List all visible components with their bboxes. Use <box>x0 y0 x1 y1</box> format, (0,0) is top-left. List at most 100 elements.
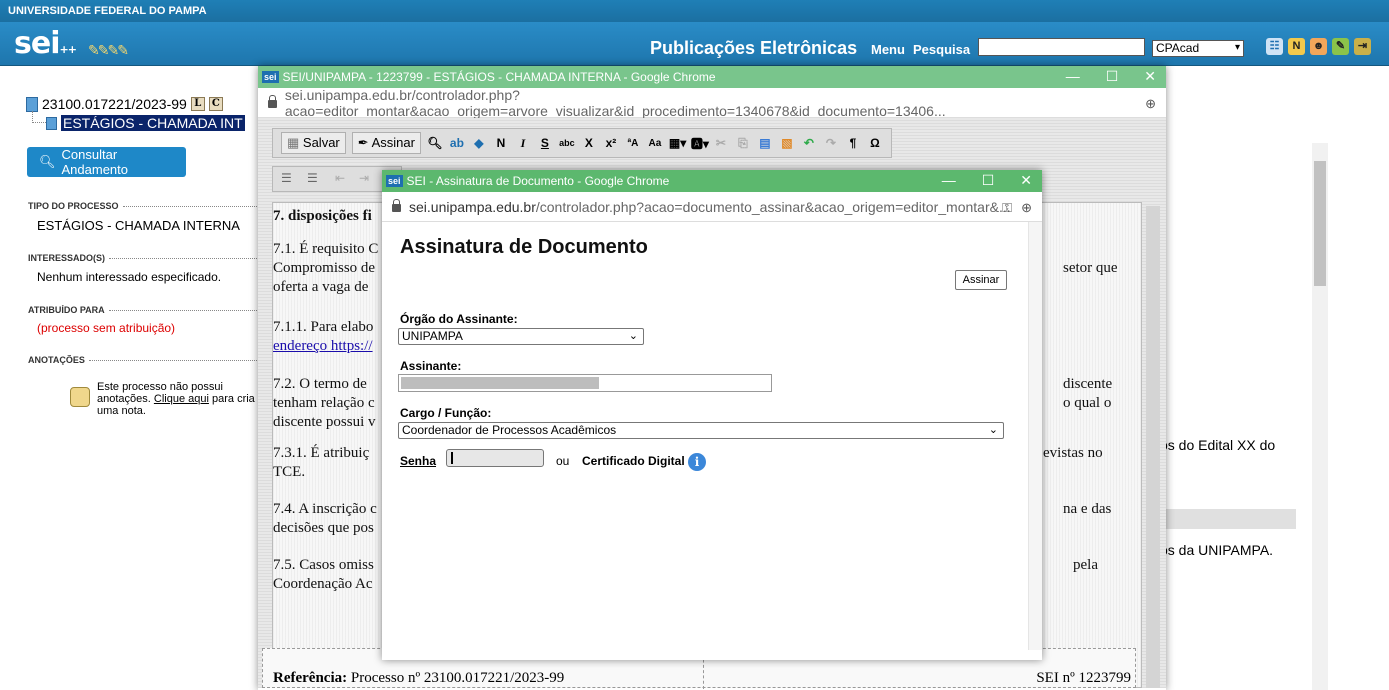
tools-icon[interactable]: ✎ <box>1332 38 1349 55</box>
bg-text-2: os da UNIPAMPA. <box>1160 542 1274 558</box>
app-header: sei++ ✎✎✎✎ Publicações Eletrônicas Menu … <box>0 22 1389 66</box>
bold-button[interactable]: N <box>493 136 509 150</box>
editor-address-bar[interactable]: sei.unipampa.edu.br/controlador.php?acao… <box>258 87 1166 119</box>
case-upper-icon[interactable]: ªA <box>625 138 641 149</box>
lock-icon <box>392 198 401 212</box>
cut-icon[interactable]: ✂ <box>713 136 729 150</box>
editor-url[interactable]: sei.unipampa.edu.br/controlador.php?acao… <box>285 87 1166 119</box>
university-bar: UNIVERSIDADE FEDERAL DO PAMPA <box>0 0 1389 22</box>
list-icon[interactable]: ☷ <box>1266 38 1283 55</box>
folder-icon <box>26 96 38 112</box>
doc-p731r: evistas no <box>1043 445 1103 461</box>
doc-p72r1: discente <box>1063 376 1113 392</box>
url-path[interactable]: /controlador.php?acao=documento_assinar&… <box>536 199 1011 215</box>
main-scrollbar[interactable] <box>1312 143 1328 690</box>
signature-titlebar[interactable]: sei SEI - Assinatura de Documento - Goog… <box>382 170 1042 192</box>
zoom-icon[interactable]: ⊕ <box>1021 200 1032 216</box>
underline-button[interactable]: S <box>537 136 553 150</box>
pencils-icon: ✎✎✎✎ <box>88 42 129 58</box>
editor-window-title: SEI/UNIPAMPA - 1223799 - ESTÁGIOS - CHAM… <box>282 70 716 84</box>
process-number[interactable]: 23100.017221/2023-99 <box>42 96 187 112</box>
doc-p72r2: o qual o <box>1063 395 1112 411</box>
assinar-toolbar-button[interactable]: ✒ Assinar <box>351 132 421 154</box>
editor-window-controls: — ☐ ✕ <box>1066 68 1156 85</box>
indent-icon[interactable]: ⇥ <box>359 171 369 185</box>
paste-icon[interactable]: ▤ <box>757 136 773 150</box>
editor-toolbar: ▦ Salvar ✒ Assinar 🔍︎ ab ◆ N I S abc X x… <box>272 128 892 158</box>
certificado-digital-link[interactable]: Certificado Digital i <box>582 453 707 471</box>
ou-text: ou <box>556 454 570 468</box>
close-icon[interactable]: ✕ <box>1020 172 1032 189</box>
interessados-heading: INTERESSADO(S) <box>28 253 258 263</box>
zoom-icon[interactable]: ⊕ <box>1145 96 1156 112</box>
tree-document[interactable]: ESTÁGIOS - CHAMADA INT <box>46 115 245 131</box>
senha-input[interactable] <box>446 449 544 467</box>
maximize-icon[interactable]: ☐ <box>982 172 995 189</box>
bg-text-1: os do Edital XX do <box>1160 437 1276 453</box>
anotacoes-block: Este processo não possui anotações. Cliq… <box>70 381 260 417</box>
replace-icon[interactable]: ab <box>449 136 465 150</box>
user-icon[interactable]: ☻ <box>1310 38 1327 55</box>
orgao-select[interactable]: UNIPAMPA ⌄ <box>398 328 644 345</box>
close-icon[interactable]: ✕ <box>1144 68 1156 85</box>
undo-icon[interactable]: ↶ <box>801 136 817 150</box>
assinante-label: Assinante: <box>400 359 462 373</box>
chevron-down-icon: ⌄ <box>628 330 638 342</box>
superscript-button[interactable]: x² <box>603 136 619 150</box>
document-label[interactable]: ESTÁGIOS - CHAMADA INT <box>61 115 245 131</box>
assinante-field[interactable] <box>398 374 772 392</box>
chevron-down-icon: ▾ <box>1234 42 1240 53</box>
minimize-icon[interactable]: — <box>1066 68 1080 85</box>
unit-select[interactable]: CPAcad ▾ <box>1152 40 1244 57</box>
omega-button[interactable]: Ω <box>867 136 883 150</box>
minimize-icon[interactable]: — <box>942 172 956 189</box>
style-icon[interactable]: 🅰▾ <box>691 135 709 152</box>
eraser-icon[interactable]: ◆ <box>471 136 487 150</box>
l-button[interactable]: L <box>190 97 205 111</box>
subscript-button[interactable]: X <box>581 136 597 150</box>
search-icon: 🔍︎ <box>39 154 56 169</box>
key-icon[interactable]: ⚿ <box>1002 200 1012 216</box>
signature-scrollbar[interactable] <box>1028 222 1042 650</box>
editor-scrollbar[interactable] <box>1146 206 1160 688</box>
info-icon[interactable]: i <box>688 453 707 471</box>
signature-address-bar[interactable]: sei.unipampa.edu.br/controlador.php?acao… <box>382 192 1042 222</box>
tree-process[interactable]: 23100.017221/2023-99 L C <box>26 96 223 112</box>
maximize-icon[interactable]: ☐ <box>1106 68 1119 85</box>
tree-connector <box>32 111 46 123</box>
lock-icon <box>268 94 277 108</box>
redo-icon[interactable]: ↷ <box>823 136 839 150</box>
main-scroll-thumb[interactable] <box>1314 161 1326 286</box>
url-domain[interactable]: sei.unipampa.edu.br <box>409 199 536 215</box>
table-icon[interactable]: ▦▾ <box>669 136 686 150</box>
strike-icon[interactable]: abc <box>559 138 575 148</box>
exit-icon[interactable]: ⇥ <box>1354 38 1371 55</box>
editor-titlebar[interactable]: sei SEI/UNIPAMPA - 1223799 - ESTÁGIOS - … <box>258 66 1166 88</box>
assinar-button[interactable]: Assinar <box>955 270 1007 290</box>
salvar-button[interactable]: ▦ Salvar <box>281 132 346 154</box>
document-icon <box>46 116 57 130</box>
sei-logo[interactable]: sei++ <box>14 26 77 61</box>
cargo-select[interactable]: Coordenador de Processos Acadêmicos ⌄ <box>398 422 1004 439</box>
doc-link[interactable]: endereço https:// <box>273 338 373 354</box>
n-icon[interactable]: N <box>1288 38 1305 55</box>
outdent-icon[interactable]: ⇤ <box>335 171 345 185</box>
pilcrow-icon[interactable]: ¶ <box>845 136 861 150</box>
sei-favicon-2: sei <box>386 175 403 187</box>
consultar-andamento-button[interactable]: 🔍︎ Consultar Andamento <box>27 147 186 177</box>
list-bullet-icon[interactable]: ☰ <box>307 171 318 185</box>
chevron-down-icon: ⌄ <box>988 424 998 436</box>
menu-link[interactable]: Menu <box>871 42 905 57</box>
clique-aqui-link[interactable]: Clique aqui <box>154 393 209 405</box>
find-icon[interactable]: 🔍︎ <box>427 136 443 150</box>
sei-number: SEI nº 1223799 <box>1036 670 1131 686</box>
search-input[interactable] <box>978 38 1145 56</box>
italic-button[interactable]: I <box>515 136 531 151</box>
publicacoes-title[interactable]: Publicações Eletrônicas <box>650 38 857 59</box>
paste-word-icon[interactable]: ▧ <box>779 136 795 150</box>
c-button[interactable]: C <box>208 97 223 111</box>
case-lower-icon[interactable]: Aa <box>647 138 663 149</box>
signature-form: Assinatura de Documento Assinar Órgão do… <box>382 222 1040 650</box>
list-num-icon[interactable]: ☰ <box>281 171 292 185</box>
copy-icon[interactable]: ⎘ <box>735 136 751 151</box>
